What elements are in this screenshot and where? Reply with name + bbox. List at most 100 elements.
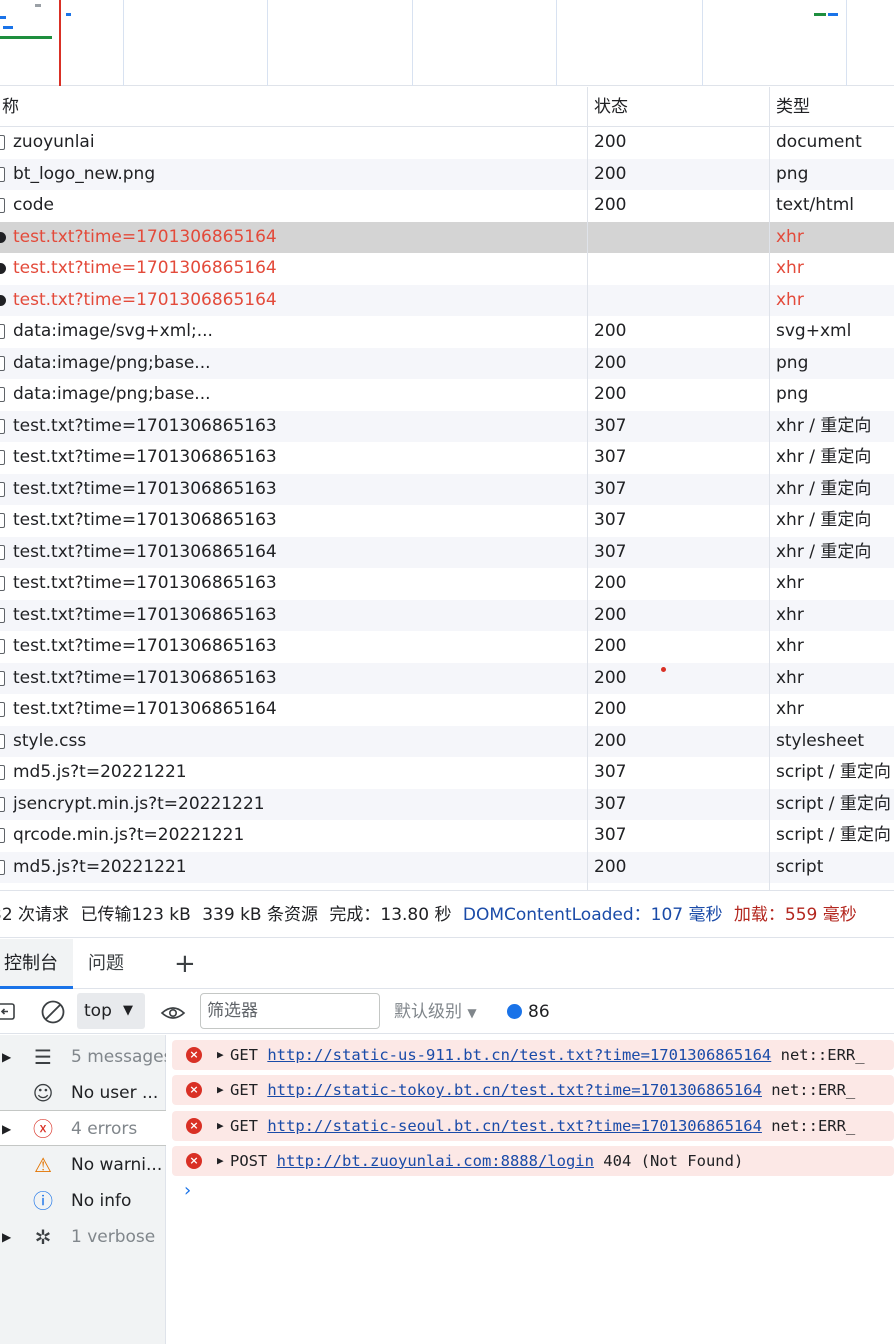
table-row[interactable]: test.txt?time=1701306865163 307 xhr / 重定向 bbox=[0, 410, 894, 442]
table-row[interactable]: bt_logo_new.png 200 png bbox=[0, 158, 894, 190]
table-row[interactable]: test.txt?time=1701306865163 200 xhr bbox=[0, 599, 894, 631]
error-detail: net::ERR_ bbox=[780, 1046, 865, 1064]
expand-triangle-icon[interactable]: ▶ bbox=[217, 1111, 224, 1141]
sidebar-item-errors[interactable]: ▶ ⓧ 4 errors bbox=[0, 1110, 166, 1146]
request-type: png bbox=[776, 163, 809, 184]
eye-icon[interactable] bbox=[160, 1003, 186, 1023]
request-name: code bbox=[13, 195, 54, 215]
table-row[interactable]: code 200 text/html bbox=[0, 190, 894, 222]
table-row[interactable]: test.txt?time=1701306865164 307 xhr / 重定向 bbox=[0, 536, 894, 568]
expand-triangle-icon[interactable]: ▶ bbox=[2, 1219, 11, 1255]
table-row[interactable]: test.txt?time=1701306865163 200 xhr bbox=[0, 662, 894, 694]
table-row[interactable]: test.txt?time=1701306865164 xhr bbox=[0, 221, 894, 254]
column-divider[interactable] bbox=[769, 87, 770, 890]
table-row[interactable]: test.txt?time=1701306865163 307 xhr / 重定向 bbox=[0, 473, 894, 505]
table-row[interactable]: data:image/png;base... 200 png bbox=[0, 379, 894, 411]
summary-dcl-label: DOMContentLoaded： bbox=[462, 905, 651, 925]
issues-badge-icon[interactable] bbox=[507, 1004, 522, 1019]
sidebar-item-user-messages[interactable]: ☺ No user ... bbox=[0, 1075, 166, 1111]
console-error-message[interactable]: × ▶ GET http://static-us-911.bt.cn/test.… bbox=[172, 1040, 894, 1070]
log-levels-dropdown[interactable]: 默认级别 ▼ bbox=[394, 990, 477, 1034]
table-row[interactable]: jsencrypt.min.js?t=20221221 307 script / 重… bbox=[0, 788, 894, 820]
add-tab-button[interactable]: + bbox=[174, 939, 196, 989]
table-row[interactable]: zuoyunlai 200 document bbox=[0, 127, 894, 159]
sidebar-item-info[interactable]: ⓘ No info bbox=[0, 1183, 166, 1219]
table-row[interactable]: md5.js?t=20221221 307 script / 重定向 bbox=[0, 757, 894, 789]
overview-load-marker bbox=[59, 0, 61, 86]
request-url-link[interactable]: http://static-us-911.bt.cn/test.txt?time… bbox=[267, 1046, 771, 1064]
request-name: test.txt?time=1701306865164 bbox=[13, 258, 277, 278]
table-body: zuoyunlai 200 document bt_logo_new.png 200 pn… bbox=[0, 127, 894, 883]
table-row[interactable]: data:image/png;base... 200 png bbox=[0, 347, 894, 379]
column-header-name[interactable]: 称 bbox=[2, 87, 19, 127]
expand-triangle-icon[interactable]: ▶ bbox=[217, 1040, 224, 1070]
request-name: md5.js?t=20221221 bbox=[13, 856, 187, 877]
table-row[interactable]: data:image/svg+xml;... 200 svg+xml bbox=[0, 316, 894, 348]
column-header-status[interactable]: 状态 bbox=[594, 87, 628, 127]
expand-triangle-icon[interactable]: ▶ bbox=[217, 1146, 224, 1176]
request-type: xhr bbox=[776, 258, 804, 278]
request-status: 200 bbox=[594, 384, 627, 404]
request-name: data:image/svg+xml;... bbox=[13, 321, 213, 341]
table-row[interactable]: test.txt?time=1701306865163 307 xhr / 重定向 bbox=[0, 442, 894, 474]
expand-triangle-icon[interactable]: ▶ bbox=[2, 1039, 11, 1075]
request-type: script / 重定向 bbox=[776, 762, 891, 782]
table-row[interactable]: test.txt?time=1701306865163 200 xhr bbox=[0, 568, 894, 600]
table-row[interactable]: test.txt?time=1701306865164 xhr bbox=[0, 253, 894, 285]
context-value: top bbox=[84, 1001, 112, 1021]
expand-triangle-icon[interactable]: ▶ bbox=[217, 1075, 224, 1105]
table-row[interactable]: test.txt?time=1701306865163 200 xhr bbox=[0, 631, 894, 663]
file-icon bbox=[0, 544, 5, 560]
request-type: xhr / 重定向 bbox=[776, 510, 872, 530]
console-error-message[interactable]: × ▶ GET http://static-seoul.bt.cn/test.t… bbox=[172, 1110, 894, 1141]
request-name: test.txt?time=1701306865163 bbox=[13, 415, 277, 436]
console-prompt-icon[interactable]: › bbox=[184, 1180, 191, 1201]
filter-input[interactable]: 筛选器 bbox=[200, 993, 380, 1029]
request-type: document bbox=[776, 132, 862, 152]
error-icon: × bbox=[186, 1152, 202, 1169]
error-icon: × bbox=[186, 1117, 202, 1134]
overview-gridline bbox=[556, 0, 557, 86]
table-row[interactable]: style.css 200 stylesheet bbox=[0, 725, 894, 757]
sidebar-item-label: 5 messages bbox=[71, 1047, 166, 1067]
request-table: 称 状态 类型 zuoyunlai 200 document bt_logo_new.… bbox=[0, 87, 894, 883]
expand-triangle-icon[interactable]: ▶ bbox=[2, 1111, 11, 1145]
clear-console-icon[interactable] bbox=[40, 999, 66, 1025]
overview-gridline bbox=[123, 0, 124, 86]
request-name: md5.js?t=20221221 bbox=[13, 762, 187, 782]
table-row[interactable]: md5.js?t=20221221 200 script bbox=[0, 851, 894, 883]
tab-issues[interactable]: 问题 bbox=[88, 939, 124, 989]
chevron-down-icon: ▼ bbox=[467, 1006, 477, 1020]
console-error-message[interactable]: × ▶ POST http://bt.zuoyunlai.com:8888/lo… bbox=[172, 1145, 894, 1176]
request-name: data:image/png;base... bbox=[13, 352, 211, 373]
request-status: 307 bbox=[594, 541, 627, 562]
message-text: GET http://static-seoul.bt.cn/test.txt?t… bbox=[230, 1111, 855, 1141]
sidebar-item-label: 1 verbose bbox=[71, 1227, 156, 1247]
sidebar-item-messages[interactable]: ▶ ☰ 5 messages bbox=[0, 1039, 166, 1075]
issues-count[interactable]: 86 bbox=[528, 990, 550, 1034]
request-status bbox=[594, 222, 764, 254]
table-row[interactable]: qrcode.min.js?t=20221221 307 script / 重定向 bbox=[0, 820, 894, 852]
file-icon bbox=[0, 135, 5, 150]
console-error-message[interactable]: × ▶ GET http://static-tokoy.bt.cn/test.t… bbox=[172, 1075, 894, 1106]
toggle-sidebar-icon[interactable] bbox=[0, 1002, 18, 1022]
sidebar-item-verbose[interactable]: ▶ ✲ 1 verbose bbox=[0, 1219, 166, 1255]
tab-console[interactable]: 控制台 bbox=[0, 939, 73, 989]
file-icon bbox=[0, 481, 5, 497]
request-status: 200 bbox=[594, 730, 627, 751]
network-overview[interactable] bbox=[0, 0, 894, 86]
request-status: 200 bbox=[594, 195, 627, 215]
sidebar-item-warnings[interactable]: ⚠ No warni... bbox=[0, 1147, 166, 1183]
table-row[interactable]: test.txt?time=1701306865164 200 xhr bbox=[0, 694, 894, 726]
request-status: 307 bbox=[594, 793, 627, 814]
request-url-link[interactable]: http://static-tokoy.bt.cn/test.txt?time=… bbox=[267, 1081, 762, 1099]
column-header-type[interactable]: 类型 bbox=[776, 87, 810, 127]
request-type: script / 重定向 bbox=[776, 793, 891, 814]
table-row[interactable]: test.txt?time=1701306865164 xhr bbox=[0, 284, 894, 316]
table-row[interactable]: test.txt?time=1701306865163 307 xhr / 重定向 bbox=[0, 505, 894, 537]
context-select[interactable]: top ▼ bbox=[77, 993, 145, 1029]
console-toolbar: top ▼ 筛选器 默认级别 ▼ 86 bbox=[0, 990, 894, 1034]
request-url-link[interactable]: http://bt.zuoyunlai.com:8888/login bbox=[277, 1152, 594, 1170]
request-url-link[interactable]: http://static-seoul.bt.cn/test.txt?time=… bbox=[267, 1117, 762, 1135]
column-divider[interactable] bbox=[587, 87, 588, 890]
